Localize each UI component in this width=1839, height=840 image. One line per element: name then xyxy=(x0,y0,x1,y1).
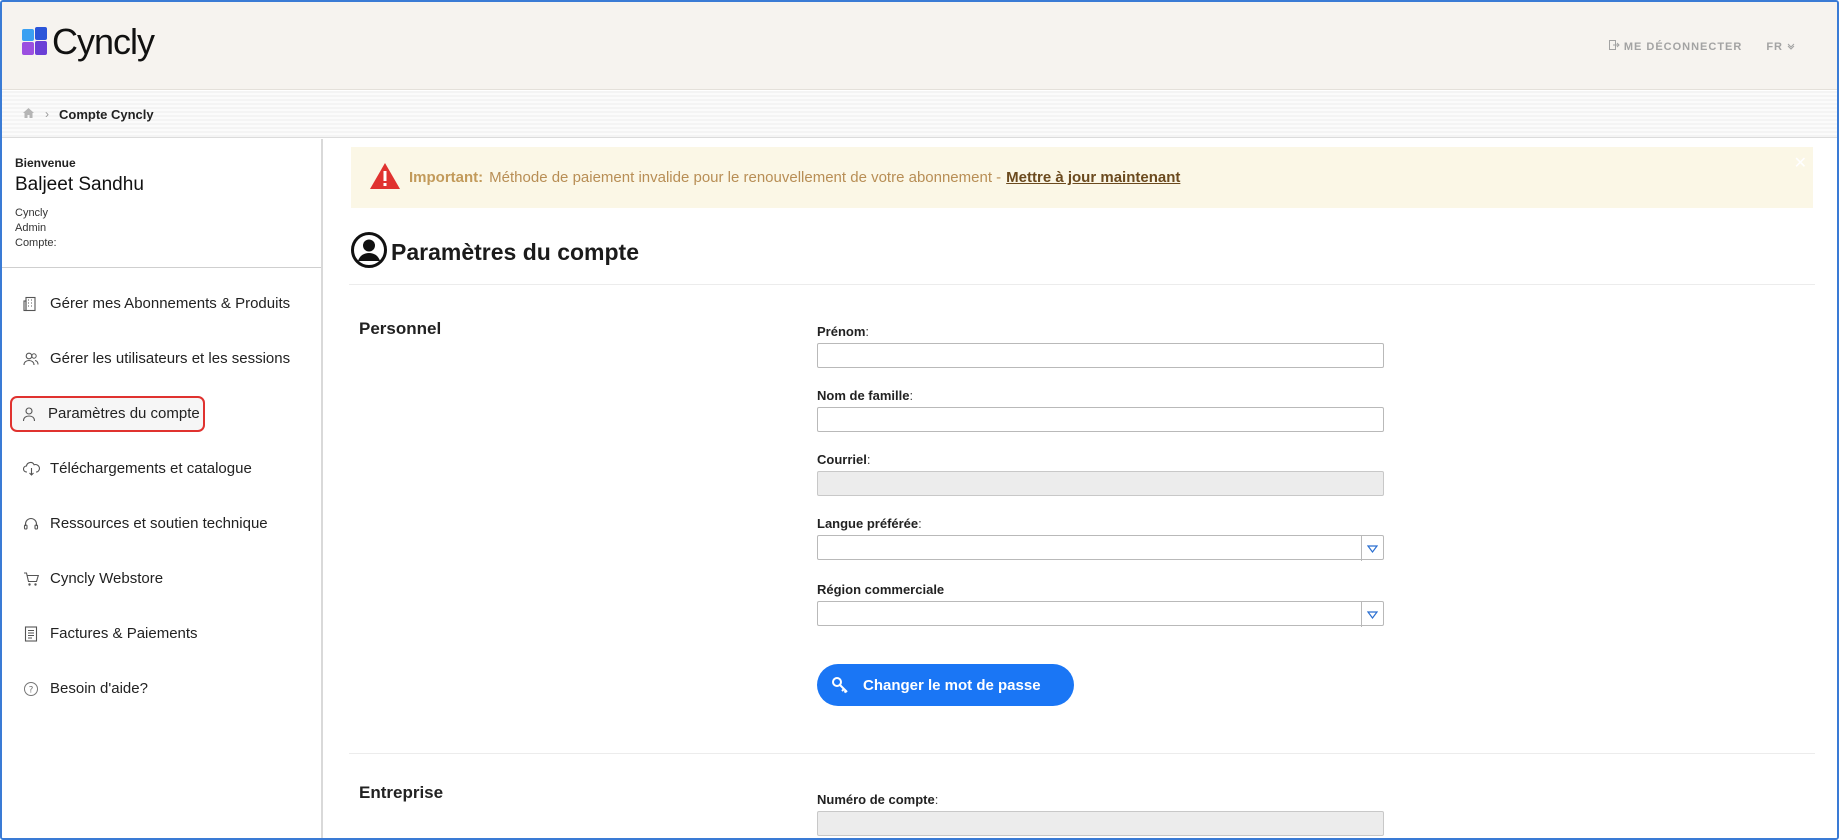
header-actions: ME DÉCONNECTER FR xyxy=(1608,40,1795,53)
section-company: Entreprise xyxy=(359,783,444,802)
building-icon xyxy=(22,295,40,313)
account-number-field: Numéro de compte: xyxy=(817,792,1384,836)
logout-label: ME DÉCONNECTER xyxy=(1623,40,1743,53)
sidebar-item-label: Gérer les utilisateurs et les sessions xyxy=(50,350,291,367)
alert-message: Méthode de paiement invalide pour le ren… xyxy=(489,169,1002,186)
field-label: Langue préférée: xyxy=(817,516,922,531)
users-icon xyxy=(22,350,40,368)
divider xyxy=(349,753,1815,754)
help-icon: ? xyxy=(22,680,40,698)
section-personal: Personnel xyxy=(359,319,442,338)
first-name-input[interactable] xyxy=(817,343,1384,368)
sidebar-item-webstore[interactable]: Cyncly Webstore xyxy=(2,551,321,606)
language-select[interactable] xyxy=(817,535,1384,561)
account-number-input xyxy=(817,811,1384,836)
sidebar-nav: Gérer mes Abonnements & Produits Gérer l… xyxy=(2,268,321,716)
sidebar-item-help[interactable]: ? Besoin d'aide? xyxy=(2,661,321,716)
sidebar-item-label: Factures & Paiements xyxy=(50,625,198,642)
org-line-3: Compte: xyxy=(15,237,57,249)
headset-icon xyxy=(22,515,40,533)
chevron-down-icon xyxy=(1787,41,1795,53)
sidebar-item-label: Besoin d'aide? xyxy=(50,680,148,697)
brand-name: Cyncly xyxy=(52,21,155,62)
logout-button[interactable]: ME DÉCONNECTER xyxy=(1608,40,1743,53)
org-line-2: Admin xyxy=(15,222,47,234)
divider xyxy=(349,284,1815,285)
page-title-row: Paramètres du compte xyxy=(351,232,639,273)
sidebar-item-users[interactable]: Gérer les utilisateurs et les sessions xyxy=(2,331,321,386)
user-circle-icon xyxy=(351,232,387,273)
change-password-button[interactable]: Changer le mot de passe xyxy=(817,664,1074,706)
language-label: FR xyxy=(1766,40,1783,53)
field-label: Région commerciale xyxy=(817,582,945,597)
breadcrumb-current: Compte Cyncly xyxy=(59,106,154,122)
top-header: Cyncly ME DÉCONNECTER FR xyxy=(2,2,1837,90)
home-icon[interactable] xyxy=(22,107,35,122)
active-item-content: Paramètres du compte xyxy=(20,405,200,423)
welcome-label: Bienvenue xyxy=(15,156,76,170)
svg-text:?: ? xyxy=(29,685,34,695)
brand-logo[interactable]: Cyncly xyxy=(22,21,155,62)
app-window: Cyncly ME DÉCONNECTER FR › Compte Cyncly xyxy=(0,0,1839,840)
user-icon xyxy=(20,405,38,423)
change-password-label: Changer le mot de passe xyxy=(863,676,1041,694)
sidebar-item-label: Ressources et soutien technique xyxy=(50,515,268,532)
sidebar-item-label: Gérer mes Abonnements & Produits xyxy=(50,295,291,312)
field-label: Prénom: xyxy=(817,324,870,339)
update-now-link[interactable]: Mettre à jour maintenant xyxy=(1006,169,1180,186)
cloud-download-icon xyxy=(22,460,40,478)
sidebar-item-label: Paramètres du compte xyxy=(48,405,200,422)
first-name-field: Prénom: xyxy=(817,324,1384,368)
payment-alert: Important: Méthode de paiement invalide … xyxy=(351,147,1813,208)
logout-icon xyxy=(1608,40,1620,53)
sidebar-item-invoices[interactable]: Factures & Paiements xyxy=(2,606,321,661)
dropdown-arrow-icon[interactable] xyxy=(1361,602,1383,627)
region-select[interactable] xyxy=(817,601,1384,627)
breadcrumb: › Compte Cyncly xyxy=(2,91,1837,138)
sidebar: Bienvenue Baljeet Sandhu Cyncly Admin Co… xyxy=(2,139,323,838)
key-icon xyxy=(831,676,849,694)
email-field: Courriel: xyxy=(817,452,1384,496)
warning-icon xyxy=(369,162,401,194)
field-label: Courriel: xyxy=(817,452,871,467)
last-name-field: Nom de famille: xyxy=(817,388,1384,432)
cyncly-logo-icon xyxy=(22,27,48,57)
sidebar-item-downloads[interactable]: Téléchargements et catalogue xyxy=(2,441,321,496)
region-field: Région commerciale xyxy=(817,582,1384,627)
page-title: Paramètres du compte xyxy=(391,239,639,265)
field-label: Nom de famille: xyxy=(817,388,914,403)
sidebar-item-resources[interactable]: Ressources et soutien technique xyxy=(2,496,321,551)
main-content: Important: Méthode de paiement invalide … xyxy=(325,139,1837,838)
chevron-right-icon: › xyxy=(45,107,49,121)
sidebar-item-label: Téléchargements et catalogue xyxy=(50,460,252,477)
alert-prefix: Important: xyxy=(409,169,484,186)
sidebar-item-subscriptions[interactable]: Gérer mes Abonnements & Produits xyxy=(2,276,321,331)
sidebar-item-label: Cyncly Webstore xyxy=(50,570,164,587)
welcome-panel: Bienvenue Baljeet Sandhu Cyncly Admin Co… xyxy=(2,139,321,268)
dropdown-arrow-icon[interactable] xyxy=(1361,536,1383,561)
language-field: Langue préférée: xyxy=(817,516,1384,561)
cart-icon xyxy=(22,570,40,588)
field-label: Numéro de compte: xyxy=(817,792,939,807)
sidebar-item-account-settings[interactable]: Paramètres du compte xyxy=(2,386,321,441)
org-line-1: Cyncly xyxy=(15,207,49,219)
invoice-icon xyxy=(22,625,40,643)
email-input xyxy=(817,471,1384,496)
close-icon[interactable]: ✕ xyxy=(1794,153,1807,173)
user-name: Baljeet Sandhu xyxy=(15,174,144,195)
last-name-input[interactable] xyxy=(817,407,1384,432)
language-selector[interactable]: FR xyxy=(1766,41,1795,53)
